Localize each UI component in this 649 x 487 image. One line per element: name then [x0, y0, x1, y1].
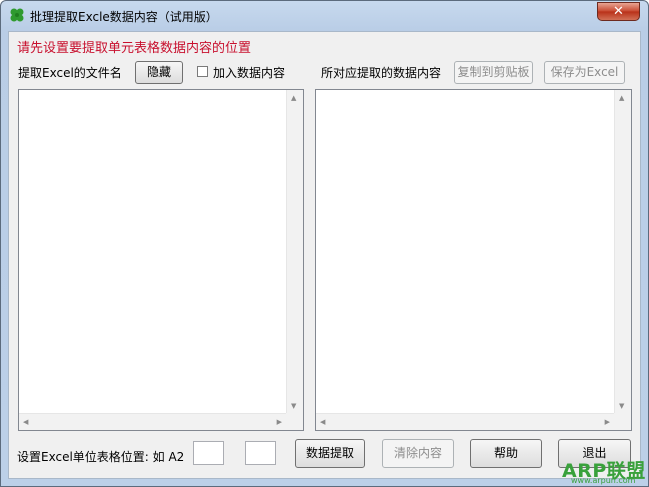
- row-input[interactable]: [245, 441, 276, 465]
- close-icon: ✕: [613, 4, 624, 19]
- scroll-left-icon[interactable]: ◀: [23, 417, 28, 427]
- copy-to-clipboard-button[interactable]: 复制到剪贴板: [454, 61, 533, 84]
- scroll-corner: [614, 413, 631, 430]
- filename-list[interactable]: ▲ ▼ ◀ ▶: [18, 89, 304, 431]
- append-data-label: 加入数据内容: [213, 66, 286, 80]
- scroll-corner: [286, 413, 303, 430]
- clear-content-button[interactable]: 清除内容: [382, 439, 454, 468]
- column-input[interactable]: [193, 441, 224, 465]
- instruction-hint: 请先设置要提取单元表格数据内容的位置: [17, 41, 252, 56]
- scroll-right-icon[interactable]: ▶: [605, 417, 610, 427]
- scroll-up-icon[interactable]: ▲: [619, 93, 624, 103]
- filename-list-vscrollbar[interactable]: ▲ ▼: [286, 90, 303, 413]
- extracted-content-label: 所对应提取的数据内容: [321, 66, 442, 80]
- hide-button[interactable]: 隐藏: [135, 61, 183, 84]
- content-list-vscrollbar[interactable]: ▲ ▼: [614, 90, 631, 413]
- scroll-down-icon[interactable]: ▼: [291, 401, 296, 411]
- append-data-checkbox[interactable]: [197, 66, 208, 77]
- help-button[interactable]: 帮助: [470, 439, 542, 468]
- extract-data-button[interactable]: 数据提取: [295, 439, 365, 468]
- content-list-hscrollbar[interactable]: ◀ ▶: [316, 413, 614, 430]
- filename-list-label: 提取Excel的文件名: [18, 66, 122, 80]
- scroll-left-icon[interactable]: ◀: [320, 417, 325, 427]
- scroll-up-icon[interactable]: ▲: [291, 93, 296, 103]
- title-bar: 批理提取Excle数据内容（试用版） ✕: [1, 1, 648, 30]
- scroll-right-icon[interactable]: ▶: [277, 417, 282, 427]
- scroll-down-icon[interactable]: ▼: [619, 401, 624, 411]
- close-button[interactable]: ✕: [597, 2, 640, 21]
- clover-icon: [10, 8, 24, 22]
- cell-position-label: 设置Excel单位表格位置: 如 A2: [17, 450, 185, 464]
- client-area: 请先设置要提取单元表格数据内容的位置 提取Excel的文件名 隐藏 加入数据内容…: [8, 31, 641, 479]
- watermark-url: www.arpun.com: [571, 476, 636, 485]
- extracted-content-list[interactable]: ▲ ▼ ◀ ▶: [315, 89, 632, 431]
- save-as-excel-button[interactable]: 保存为Excel: [544, 61, 625, 84]
- filename-list-hscrollbar[interactable]: ◀ ▶: [19, 413, 286, 430]
- window-title: 批理提取Excle数据内容（试用版）: [30, 10, 218, 24]
- app-window: 批理提取Excle数据内容（试用版） ✕ 请先设置要提取单元表格数据内容的位置 …: [0, 0, 649, 487]
